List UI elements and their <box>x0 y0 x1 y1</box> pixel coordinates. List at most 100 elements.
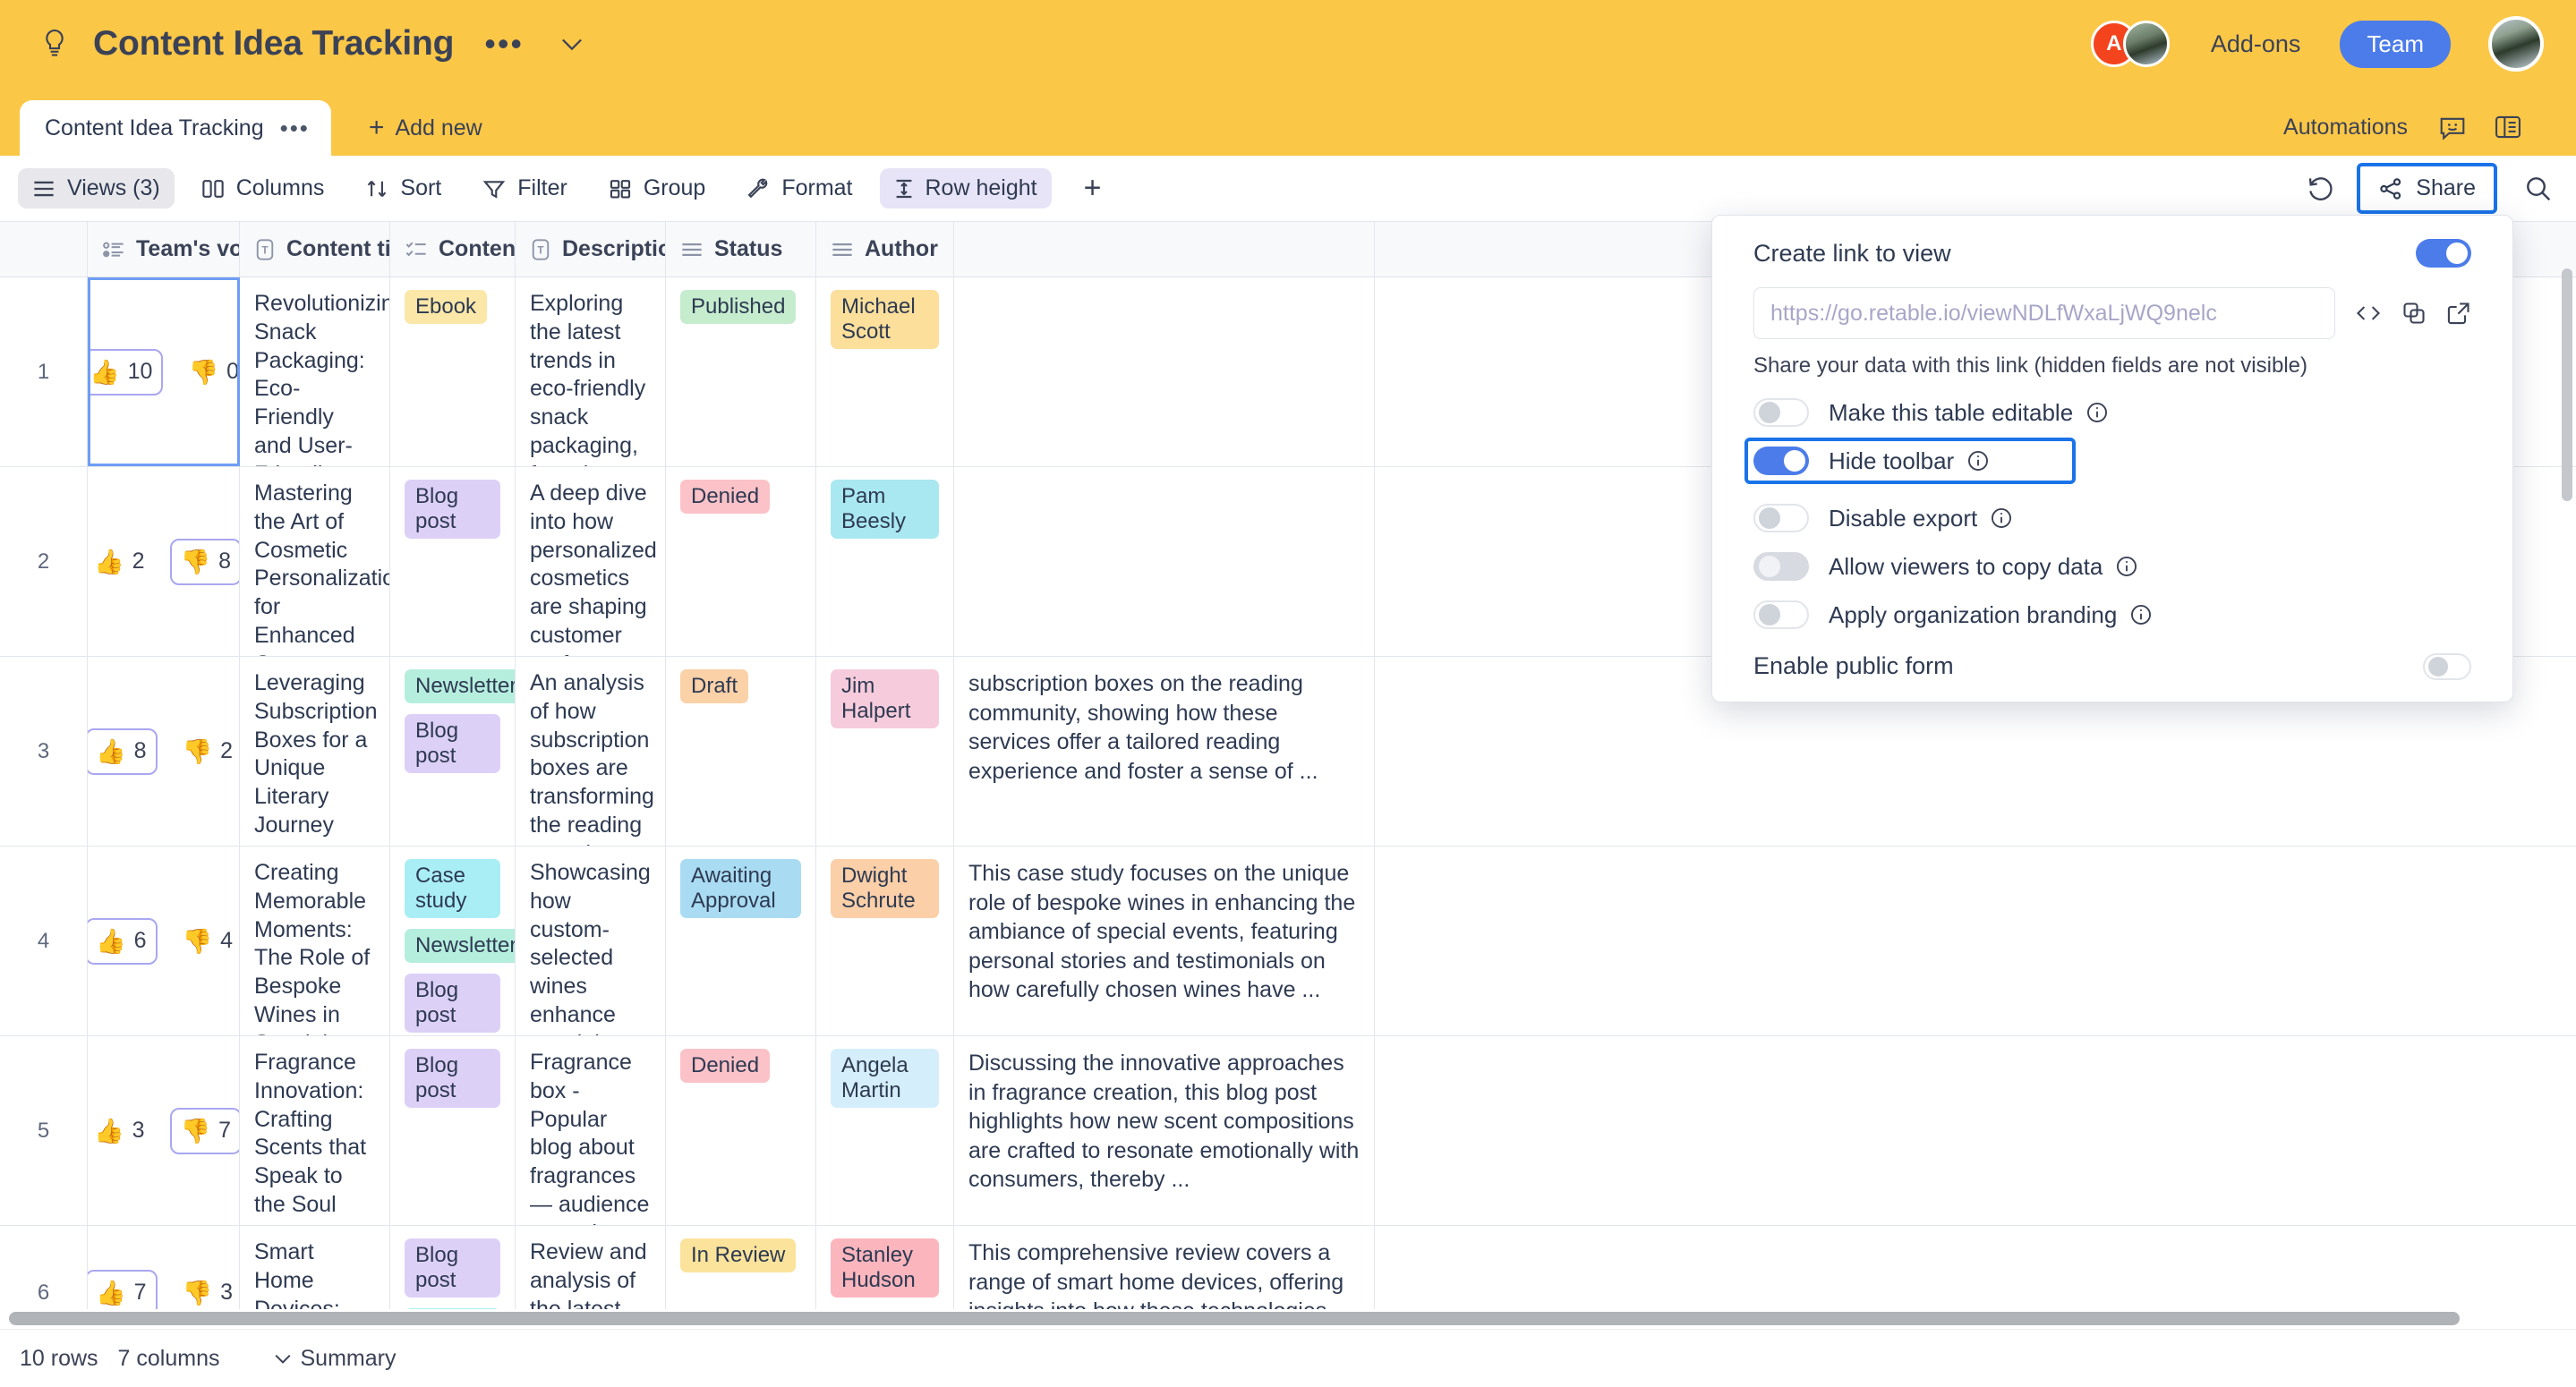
cell-teams-votes[interactable]: 👍 6 👎 4 <box>88 847 240 1035</box>
vertical-scrollbar[interactable] <box>2562 268 2572 501</box>
option-hide-toolbar[interactable]: Hide toolbar <box>1744 438 2076 484</box>
feedback-smiley-icon[interactable] <box>2438 113 2467 141</box>
row-height-button[interactable]: Row height <box>879 168 1052 208</box>
cell-teams-votes[interactable]: 👍 2 👎 8 <box>88 467 240 656</box>
cell-status[interactable]: Denied <box>666 467 816 656</box>
hide-toolbar-toggle[interactable] <box>1753 447 1809 475</box>
column-header-content-type[interactable]: Content type <box>390 222 516 277</box>
info-icon[interactable] <box>2129 603 2153 626</box>
make-table-editable-toggle[interactable] <box>1753 398 1809 427</box>
cell-content-title[interactable]: Leveraging Subscription Boxes for a Uniq… <box>240 657 390 846</box>
column-header-teams-votes[interactable]: Team's votes <box>88 222 240 277</box>
addons-button[interactable]: Add-ons <box>2211 30 2301 58</box>
automations-button[interactable]: Automations <box>2283 115 2408 140</box>
cell-description[interactable]: Showcasing how custom-selected wines enh… <box>516 847 666 1035</box>
cell-notes[interactable] <box>954 277 1375 466</box>
sort-button[interactable]: Sort <box>351 168 456 208</box>
vote-up[interactable]: 👍 8 <box>88 728 158 775</box>
vote-down[interactable]: 👎 0 <box>179 351 239 394</box>
cell-description[interactable]: An analysis of how subscription boxes ar… <box>516 657 666 846</box>
option-disable-export[interactable]: Disable export <box>1753 504 2471 532</box>
cell-content-title[interactable]: Smart Home Devices: Enhancing Everyday L… <box>240 1226 390 1309</box>
cell-status[interactable]: Published <box>666 277 816 466</box>
cell-description[interactable]: Fragrance box - Popular blog about fragr… <box>516 1036 666 1225</box>
copy-icon[interactable] <box>2401 301 2427 326</box>
format-button[interactable]: Format <box>732 168 866 208</box>
cell-teams-votes[interactable]: 👍 7 👎 3 <box>88 1226 240 1309</box>
cell-content-type[interactable]: Case study Newsletter Blog post <box>390 847 516 1035</box>
vote-up[interactable]: 👍 3 <box>88 1110 154 1153</box>
team-button[interactable]: Team <box>2340 20 2451 68</box>
add-new-table-button[interactable]: + Add new <box>369 115 482 141</box>
cell-content-title[interactable]: Mastering the Art of Cosmetic Personaliz… <box>240 467 390 656</box>
vote-down[interactable]: 👎 7 <box>169 1107 239 1154</box>
option-make-table-editable[interactable]: Make this table editable <box>1753 398 2471 427</box>
cell-notes[interactable]: subscription boxes on the reading commun… <box>954 657 1375 846</box>
vote-down[interactable]: 👎 8 <box>169 538 239 585</box>
cell-author[interactable]: Stanley Hudson <box>816 1226 954 1309</box>
embed-code-icon[interactable] <box>2355 302 2382 325</box>
column-header-description[interactable]: T Description <box>516 222 666 277</box>
cell-status[interactable]: In Review <box>666 1226 816 1309</box>
cell-content-title[interactable]: Revolutionizing Snack Packaging: Eco-Fri… <box>240 277 390 466</box>
column-header-status[interactable]: Status <box>666 222 816 277</box>
column-header-author[interactable]: Author <box>816 222 954 277</box>
history-undo-icon[interactable] <box>2307 174 2335 203</box>
summary-button[interactable]: Summary <box>274 1346 396 1372</box>
cell-description[interactable]: Review and analysis of the latest smart … <box>516 1226 666 1309</box>
cell-teams-votes[interactable]: 👍 8 👎 2 <box>88 657 240 846</box>
horizontal-scrollbar-thumb[interactable] <box>9 1312 2460 1325</box>
cell-content-title[interactable]: Fragrance Innovation: Crafting Scents th… <box>240 1036 390 1225</box>
horizontal-scrollbar[interactable] <box>0 1309 2576 1329</box>
filter-button[interactable]: Filter <box>468 168 582 208</box>
vote-up[interactable]: 👍 7 <box>88 1269 158 1309</box>
share-view-panel[interactable]: Create link to view https://go.retable.i… <box>1711 215 2513 702</box>
user-avatar[interactable] <box>2488 16 2544 72</box>
cell-author[interactable]: Michael Scott <box>816 277 954 466</box>
cell-author[interactable]: Pam Beesly <box>816 467 954 656</box>
info-icon[interactable] <box>1966 449 1990 472</box>
apply-branding-toggle[interactable] <box>1753 600 1809 629</box>
cell-status[interactable]: Draft <box>666 657 816 846</box>
vote-up[interactable]: 👍 10 <box>88 348 164 396</box>
open-external-icon[interactable] <box>2446 301 2471 326</box>
info-icon[interactable] <box>1990 506 2013 530</box>
table-row[interactable]: 6👍7👎3Smart Home Devices: Enhancing Every… <box>0 1226 2576 1309</box>
cell-content-type[interactable]: Ebook <box>390 277 516 466</box>
cell-author[interactable]: Angela Martin <box>816 1036 954 1225</box>
vote-up[interactable]: 👍 6 <box>88 917 158 965</box>
cell-content-type[interactable]: Blog postCase study <box>390 1226 516 1309</box>
chevron-down-icon[interactable] <box>559 36 584 52</box>
tab-content-idea-tracking[interactable]: Content Idea Tracking ••• <box>20 100 331 156</box>
cell-description[interactable]: A deep dive into how personalized cosmet… <box>516 467 666 656</box>
column-header-content-title[interactable]: T Content title <box>240 222 390 277</box>
cell-content-type[interactable]: Blog post <box>390 1036 516 1225</box>
table-row[interactable]: 5 👍 3 👎 7 Fragrance Innovation: Crafting Scen… <box>0 1036 2576 1226</box>
vote-down[interactable]: 👎 4 <box>174 920 240 963</box>
vote-down[interactable]: 👎 2 <box>174 730 240 773</box>
enable-public-form-toggle[interactable] <box>2423 652 2471 680</box>
sidebar-panel-icon[interactable] <box>2494 113 2522 141</box>
cell-notes[interactable]: This comprehensive review covers a range… <box>954 1226 1375 1309</box>
cell-status[interactable]: Denied <box>666 1036 816 1225</box>
header-more-button[interactable]: ••• <box>484 28 524 60</box>
cell-notes[interactable] <box>954 467 1375 656</box>
info-icon[interactable] <box>2115 555 2138 578</box>
views-button[interactable]: Views (3) <box>18 168 175 208</box>
vote-up[interactable]: 👍 2 <box>88 540 154 583</box>
add-toolbar-item-button[interactable]: + <box>1068 167 1118 209</box>
cell-content-title[interactable]: Creating Memorable Moments: The Role of … <box>240 847 390 1035</box>
table-row[interactable]: 4 👍 6 👎 4 Creating Memorable Moments: The Rol… <box>0 847 2576 1036</box>
collaborator-avatars[interactable]: A <box>2090 21 2173 67</box>
tab-more-button[interactable]: ••• <box>280 116 310 140</box>
cell-teams-votes[interactable]: 👍 3 👎 7 <box>88 1036 240 1225</box>
create-link-toggle[interactable] <box>2416 239 2471 268</box>
cell-author[interactable]: Jim Halpert <box>816 657 954 846</box>
columns-button[interactable]: Columns <box>187 168 339 208</box>
disable-export-toggle[interactable] <box>1753 504 1809 532</box>
cell-content-type[interactable]: Blog post <box>390 467 516 656</box>
cell-notes[interactable]: This case study focuses on the unique ro… <box>954 847 1375 1035</box>
cell-teams-votes[interactable]: 👍 10 👎 0 <box>88 277 240 466</box>
vote-down[interactable]: 👎 3 <box>174 1272 240 1310</box>
cell-status[interactable]: Awaiting Approval <box>666 847 816 1035</box>
